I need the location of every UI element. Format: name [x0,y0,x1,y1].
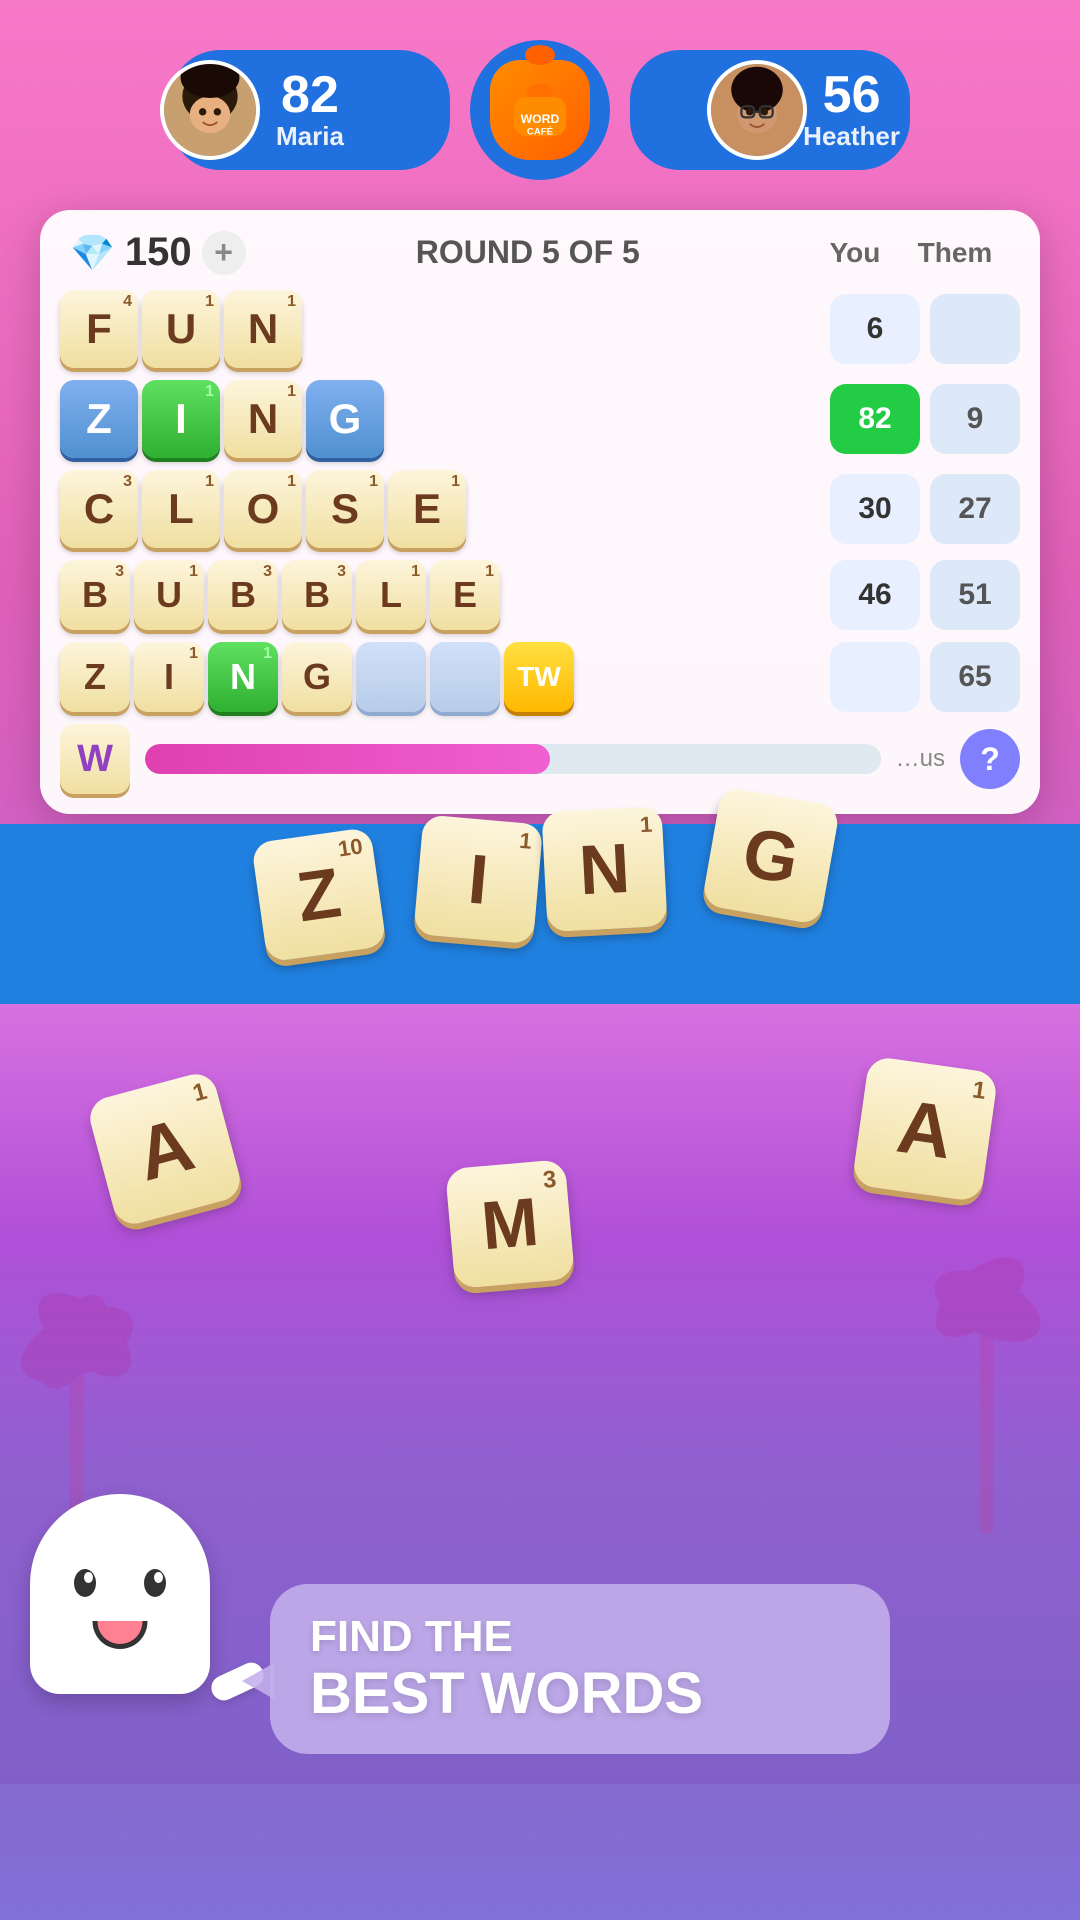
tile-F[interactable]: F4 [60,290,138,368]
float-tile-A1[interactable]: A1 [85,1069,244,1228]
tile-Z[interactable]: Z [60,380,138,458]
tile-L2[interactable]: L1 [356,560,426,630]
speech-bubble-tail [242,1663,274,1699]
svg-text:CAFÉ: CAFÉ [527,127,554,138]
tile-N3-green[interactable]: N1 [208,642,278,712]
tile-U2[interactable]: U1 [134,560,204,630]
mascot [30,1494,250,1754]
tile-B2[interactable]: B3 [208,560,278,630]
panel-header: 💎 150 + ROUND 5 OF 5 You Them [60,230,1020,275]
gem-count: 150 [125,230,192,275]
tile-empty-1 [356,642,426,712]
player-left-info: 82 Maria [276,69,344,152]
tray-tile-Z[interactable]: Z10 [251,827,387,963]
tile-empty-2 [430,642,500,712]
tiles-zing2: Z I1 N1 G TW [60,642,826,712]
scores-bubble: 46 51 [830,560,1020,630]
help-button[interactable]: ? [960,729,1020,789]
bonus-text: …us [896,745,945,773]
add-gems-button[interactable]: + [202,231,246,275]
tile-S[interactable]: S1 [306,470,384,548]
tile-G-blue[interactable]: G [306,380,384,458]
float-tile-A2[interactable]: A1 [852,1056,999,1203]
scores-fun: 6 [830,294,1020,364]
svg-text:WORD: WORD [521,112,560,126]
w-tile: W [60,724,130,794]
scores-zing: 82 9 [830,384,1020,454]
score-you-1: 6 [830,294,920,364]
word-row-3: C3 L1 O1 S1 E1 30 27 [60,470,1020,548]
round-indicator: ROUND 5 OF 5 [416,234,640,271]
score-them-4: 51 [930,560,1020,630]
speech-text-line1: FIND THE [310,1612,850,1662]
score-them-1 [930,294,1020,364]
ghost-eye-right [144,1569,166,1597]
tiles-bubble: B3 U1 B3 B3 L1 E1 [60,560,826,630]
col-header-them: Them [910,237,1000,269]
letter-tray: Z10 I1 N1 G [0,824,1080,1004]
word-row-4: B3 U1 B3 B3 L1 E1 46 51 [60,560,1020,630]
col-header-you: You [810,237,900,269]
score-you-2: 82 [830,384,920,454]
score-you-4: 46 [830,560,920,630]
floating-tiles-area: A1 M3 A1 [0,1004,1080,1404]
tile-U[interactable]: U1 [142,290,220,368]
word-row-5: Z I1 N1 G TW 65 [60,642,1020,712]
speech-text-line2: BEST WORDS [310,1662,850,1726]
tray-tile-G[interactable]: G [701,786,840,925]
ghost-mouth [93,1621,148,1649]
avatar-maria [160,60,260,160]
score-them-5: 65 [930,642,1020,712]
gems-display: 💎 150 + [70,230,246,275]
player-right-score: 56 [803,69,900,121]
tray-tile-I[interactable]: I1 [413,814,543,944]
tile-C[interactable]: C3 [60,470,138,548]
gem-icon: 💎 [70,232,115,274]
powerup-button[interactable]: WORD CAFÉ [470,40,610,180]
tile-G2[interactable]: G [282,642,352,712]
tile-O[interactable]: O1 [224,470,302,548]
scores-close: 30 27 [830,474,1020,544]
float-tile-M[interactable]: M3 [445,1159,575,1289]
tile-N[interactable]: N1 [224,290,302,368]
powerup-bag-icon: WORD CAFÉ [490,60,590,160]
header: 82 Maria WORD CAFÉ 56 Heather [0,0,1080,200]
score-you-3: 30 [830,474,920,544]
tile-E[interactable]: E1 [388,470,466,548]
score-them-2: 9 [930,384,1020,454]
tile-I2[interactable]: I1 [134,642,204,712]
progress-bar-fill [145,744,550,774]
speech-bubble: FIND THE BEST WORDS [270,1584,890,1754]
player-left-card: 82 Maria [170,50,450,170]
tile-Z2[interactable]: Z [60,642,130,712]
tiles-fun: F4 U1 N1 [60,290,826,368]
avatar-heather [707,60,807,160]
tray-tile-N[interactable]: N1 [541,806,667,932]
ghost-body [30,1494,210,1694]
tile-N2[interactable]: N1 [224,380,302,458]
player-right-name: Heather [803,121,900,152]
mascot-area: FIND THE BEST WORDS [0,1494,1080,1784]
word-row-2: Z I1 N1 G 82 9 [60,380,1020,458]
player-left-score: 82 [276,69,344,121]
tile-I-green[interactable]: I1 [142,380,220,458]
player-left-name: Maria [276,121,344,152]
player-right-info: 56 Heather [803,69,900,152]
tile-L[interactable]: L1 [142,470,220,548]
tile-B3[interactable]: B3 [282,560,352,630]
player-right-card: 56 Heather [630,50,910,170]
progress-bar [145,744,881,774]
score-them-3: 27 [930,474,1020,544]
tile-B1[interactable]: B3 [60,560,130,630]
tile-E2[interactable]: E1 [430,560,500,630]
word-row-1: F4 U1 N1 6 [60,290,1020,368]
scores-zing2: 65 [830,642,1020,712]
tiles-close: C3 L1 O1 S1 E1 [60,470,826,548]
progress-row: W …us ? [60,724,1020,794]
tile-tw[interactable]: TW [504,642,574,712]
tiles-zing: Z I1 N1 G [60,380,826,458]
ghost-eye-left [74,1569,96,1597]
score-you-5 [830,642,920,712]
game-panel: 💎 150 + ROUND 5 OF 5 You Them F4 U1 N1 6… [40,210,1040,814]
